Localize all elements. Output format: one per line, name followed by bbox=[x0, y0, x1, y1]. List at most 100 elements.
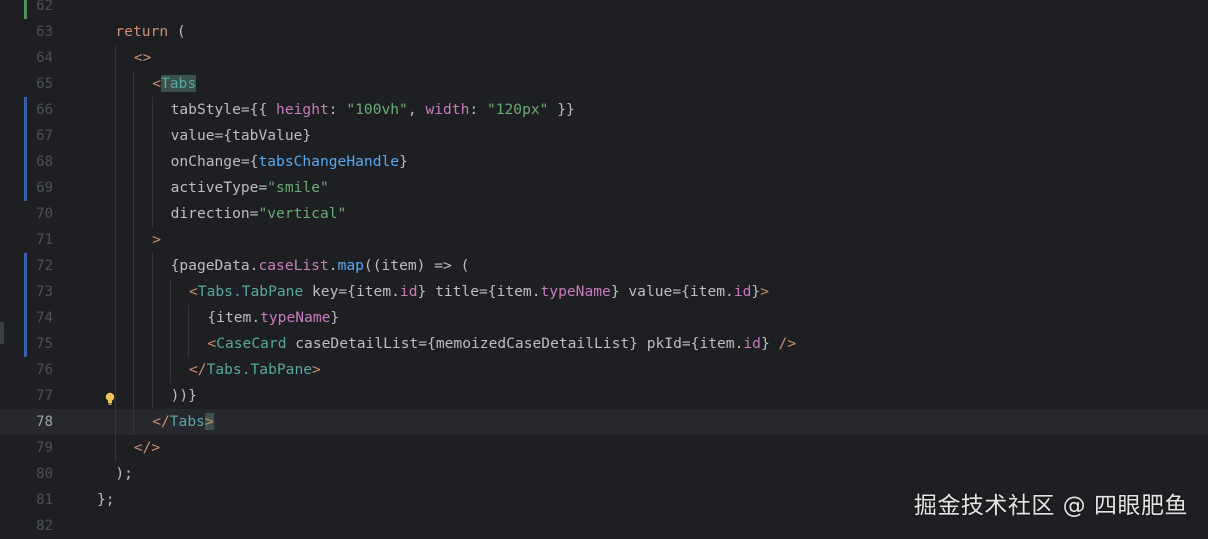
code-token: < bbox=[207, 335, 217, 352]
code-editor[interactable]: 62 63 return (64 <> 65 <Tabs 66 tabStyle={{ hei… bbox=[0, 0, 1208, 539]
code-line[interactable]: 66 tabStyle={{ height: "100vh", width: "1… bbox=[0, 97, 1208, 123]
indent-guide bbox=[133, 305, 134, 331]
code-text: <CaseCard caseDetailList={memoizedCaseDe… bbox=[207, 331, 796, 357]
code-token: ={tabValue} bbox=[214, 127, 312, 144]
code-token: "100vh" bbox=[346, 101, 408, 118]
code-token: height bbox=[276, 101, 329, 118]
code-line[interactable]: 67 value={tabValue} bbox=[0, 123, 1208, 149]
line-number[interactable]: 69 bbox=[0, 175, 53, 201]
code-token: = bbox=[258, 179, 268, 196]
indent-guide bbox=[133, 253, 134, 279]
code-token: } bbox=[751, 283, 761, 300]
code-line[interactable]: 64 <> bbox=[0, 45, 1208, 71]
line-number[interactable]: 63 bbox=[0, 19, 53, 45]
line-number[interactable]: 80 bbox=[0, 461, 53, 487]
code-token: } bbox=[610, 283, 620, 300]
code-token: {item. bbox=[207, 309, 261, 326]
code-line[interactable]: 77))} bbox=[0, 383, 1208, 409]
line-number[interactable]: 65 bbox=[0, 71, 53, 97]
code-line[interactable]: 75 <CaseCard caseDetailList={memoizedCase… bbox=[0, 331, 1208, 357]
code-line[interactable]: 68 onChange={tabsChangeHandle} bbox=[0, 149, 1208, 175]
indent-guide bbox=[152, 123, 153, 149]
indent-guide bbox=[152, 149, 153, 175]
line-number[interactable]: 79 bbox=[0, 435, 53, 461]
code-token: </ bbox=[189, 361, 207, 378]
code-line[interactable]: 70 direction="vertical" bbox=[0, 201, 1208, 227]
code-line[interactable]: 71 > bbox=[0, 227, 1208, 253]
code-token: "smile" bbox=[267, 179, 329, 196]
code-token: "vertical" bbox=[258, 205, 347, 222]
line-number[interactable]: 82 bbox=[0, 513, 53, 539]
line-number[interactable]: 77 bbox=[0, 383, 53, 409]
code-line[interactable]: 79 </> bbox=[0, 435, 1208, 461]
code-line[interactable]: 80); bbox=[0, 461, 1208, 487]
line-number[interactable]: 66 bbox=[0, 97, 53, 123]
code-token: ); bbox=[115, 465, 133, 482]
line-number[interactable]: 68 bbox=[0, 149, 53, 175]
indent-guide bbox=[133, 123, 134, 149]
code-token: > bbox=[152, 231, 161, 248]
indent-guide bbox=[152, 383, 153, 409]
code-line[interactable]: 62 bbox=[0, 0, 1208, 19]
indent-guide bbox=[133, 279, 134, 305]
code-token: Tabs.TabPane bbox=[197, 283, 304, 300]
indent-guide bbox=[170, 331, 171, 357]
line-number[interactable]: 75 bbox=[0, 331, 53, 357]
line-number[interactable]: 81 bbox=[0, 487, 53, 513]
code-token: map bbox=[337, 257, 364, 274]
code-line[interactable]: 76 </Tabs.TabPane> bbox=[0, 357, 1208, 383]
indent-guide bbox=[115, 71, 116, 97]
code-line[interactable]: 69 activeType="smile" bbox=[0, 175, 1208, 201]
indent-guide bbox=[133, 175, 134, 201]
code-token: activeType bbox=[170, 179, 259, 196]
code-token: </> bbox=[133, 439, 161, 456]
line-number[interactable]: 74 bbox=[0, 305, 53, 331]
code-token: id bbox=[399, 283, 418, 300]
code-token: ( bbox=[168, 23, 186, 40]
line-number[interactable]: 72 bbox=[0, 253, 53, 279]
code-line[interactable]: 73 <Tabs.TabPane key={item.id} title={ite… bbox=[0, 279, 1208, 305]
code-token: /> bbox=[769, 335, 797, 352]
line-number[interactable]: 64 bbox=[0, 45, 53, 71]
code-token: Tabs bbox=[160, 75, 197, 92]
line-number[interactable]: 71 bbox=[0, 227, 53, 253]
indent-guide bbox=[133, 71, 134, 97]
code-text: <Tabs bbox=[152, 71, 197, 97]
line-number[interactable]: 62 bbox=[0, 0, 53, 19]
indent-guide bbox=[115, 331, 116, 357]
indent-guide bbox=[170, 279, 171, 305]
code-token: typeName bbox=[540, 283, 611, 300]
indent-guide bbox=[188, 331, 189, 357]
line-number[interactable]: 73 bbox=[0, 279, 53, 305]
code-token: : bbox=[469, 101, 487, 118]
indent-guide bbox=[152, 305, 153, 331]
line-number[interactable]: 76 bbox=[0, 357, 53, 383]
code-text: ); bbox=[115, 461, 133, 487]
code-token: < bbox=[152, 75, 161, 92]
code-token: Tabs bbox=[169, 413, 205, 430]
code-token: caseList bbox=[258, 257, 329, 274]
code-token: > bbox=[760, 283, 770, 300]
code-line[interactable]: 74 {item.typeName} bbox=[0, 305, 1208, 331]
code-token: }} bbox=[548, 101, 575, 118]
indent-guide bbox=[115, 279, 116, 305]
code-token: "120px" bbox=[486, 101, 549, 118]
indent-guide bbox=[133, 331, 134, 357]
line-number[interactable]: 78 bbox=[0, 409, 53, 435]
code-line[interactable]: 72 {pageData.caseList.map((item) => ( bbox=[0, 253, 1208, 279]
code-token: onChange bbox=[170, 153, 241, 170]
code-line[interactable]: 65 <Tabs bbox=[0, 71, 1208, 97]
code-text: ))} bbox=[171, 383, 197, 409]
code-text: onChange={tabsChangeHandle} bbox=[171, 149, 408, 175]
lightbulb-icon[interactable] bbox=[104, 389, 116, 405]
code-line[interactable]: 63 return ( bbox=[0, 19, 1208, 45]
code-token: ((item) => ( bbox=[363, 257, 470, 274]
indent-guide bbox=[133, 383, 134, 409]
indent-guide bbox=[170, 305, 171, 331]
line-number[interactable]: 70 bbox=[0, 201, 53, 227]
indent-guide bbox=[188, 305, 189, 331]
code-line[interactable]: 78 </Tabs> bbox=[0, 409, 1208, 435]
code-text: <> bbox=[134, 45, 152, 71]
line-number[interactable]: 67 bbox=[0, 123, 53, 149]
indent-guide bbox=[152, 253, 153, 279]
